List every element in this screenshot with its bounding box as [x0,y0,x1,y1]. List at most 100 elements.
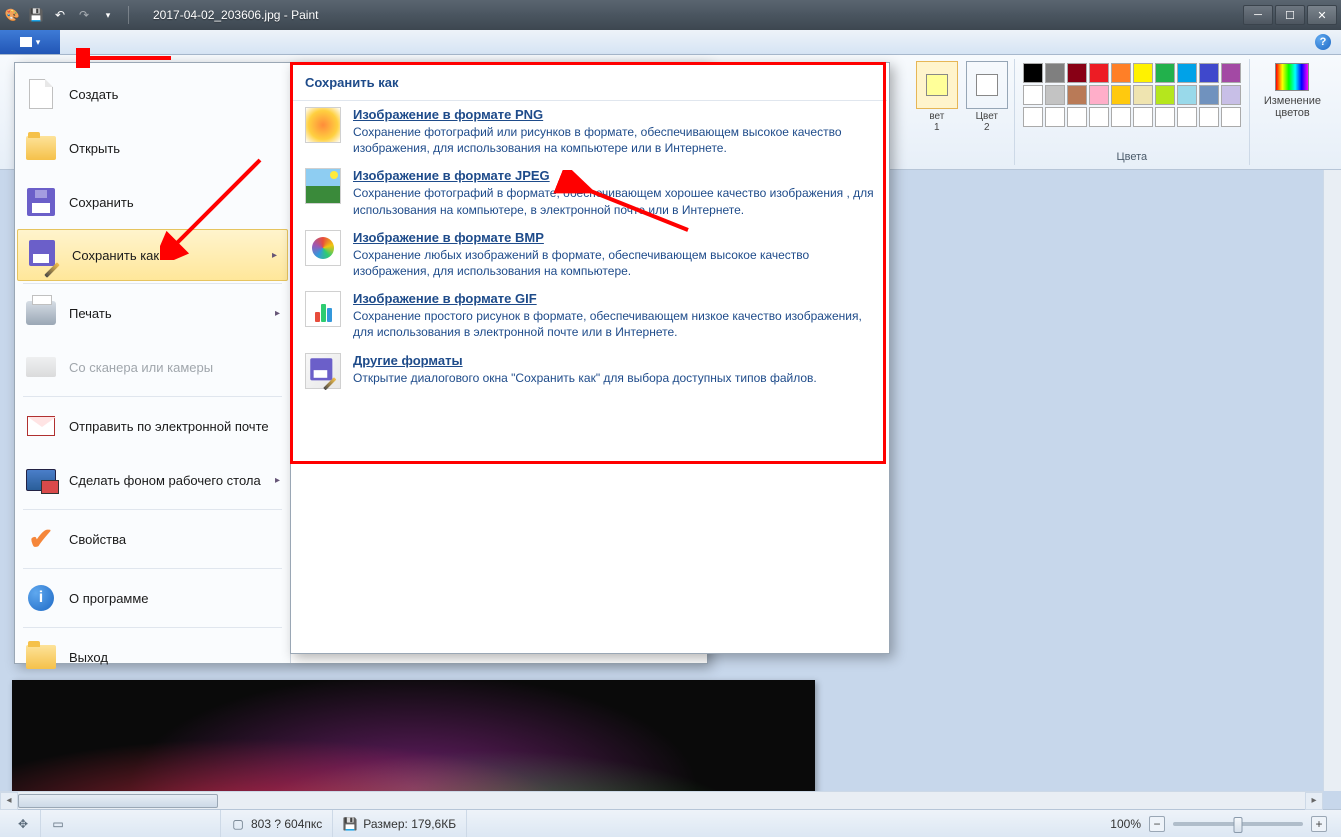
menu-separator [23,627,282,628]
window-controls: ─ ☐ ✕ [1241,5,1337,25]
save-qat-icon[interactable]: 💾 [28,7,44,23]
maximize-button[interactable]: ☐ [1275,5,1305,25]
submenu-label: Другие форматы [353,353,875,368]
menu-item-about[interactable]: i О программе [15,571,290,625]
palette-color[interactable] [1221,107,1241,127]
menu-item-desktop-bg[interactable]: Сделать фоном рабочего стола ▸ [15,453,290,507]
palette-color[interactable] [1067,63,1087,83]
other-formats-icon [305,353,341,389]
palette-color[interactable] [1155,107,1175,127]
gif-format-icon [305,291,341,327]
menu-separator [23,396,282,397]
palette-color[interactable] [1089,85,1109,105]
palette-color[interactable] [1111,63,1131,83]
palette-color[interactable] [1023,85,1043,105]
submenu-arrow-icon: ▸ [275,308,280,319]
folder-open-icon [25,132,57,164]
submenu-item-other[interactable]: Другие форматы Открытие диалогового окна… [293,347,887,395]
horizontal-scrollbar[interactable]: ◂ ▸ [0,791,1323,809]
menu-item-save[interactable]: Сохранить [15,175,290,229]
palette-color[interactable] [1155,85,1175,105]
scroll-left-button[interactable]: ◂ [0,792,18,810]
scroll-right-button[interactable]: ▸ [1305,792,1323,810]
color1-selector[interactable]: вет 1 [916,61,958,133]
canvas-image[interactable]: FLOWERINGS [12,680,815,809]
palette-color[interactable] [1067,107,1087,127]
submenu-label: Изображение в формате JPEG [353,168,875,183]
menu-item-open[interactable]: Открыть [15,121,290,175]
bmp-format-icon [305,230,341,266]
menu-item-properties[interactable]: ✔ Свойства [15,512,290,566]
submenu-item-gif[interactable]: Изображение в формате GIF Сохранение про… [293,285,887,346]
palette-color[interactable] [1023,63,1043,83]
menu-label: Сделать фоном рабочего стола [69,473,261,488]
crosshair-icon: ✥ [16,817,30,831]
menu-item-new[interactable]: Создать [15,67,290,121]
palette-color[interactable] [1133,107,1153,127]
paint-window: 🎨 💾 ↶ ↷ ▾ 2017-04-02_203606.jpg - Paint … [0,0,1341,837]
zoom-out-button[interactable]: − [1149,816,1165,832]
menu-separator [23,568,282,569]
help-icon[interactable]: ? [1315,34,1331,50]
palette-color[interactable] [1045,63,1065,83]
minimize-button[interactable]: ─ [1243,5,1273,25]
menu-item-exit[interactable]: Выход [15,630,290,684]
menu-label: Свойства [69,532,126,547]
palette-color[interactable] [1177,107,1197,127]
menu-separator [23,509,282,510]
menu-item-save-as[interactable]: Сохранить как ▸ [17,229,288,281]
menu-label: Сохранить как [72,248,159,263]
undo-qat-icon[interactable]: ↶ [52,7,68,23]
palette-color[interactable] [1111,107,1131,127]
submenu-item-jpeg[interactable]: Изображение в формате JPEG Сохранение фо… [293,162,887,223]
menu-label: Печать [69,306,112,321]
vertical-scrollbar[interactable] [1323,170,1341,791]
rainbow-icon [1275,63,1309,91]
palette-color[interactable] [1199,63,1219,83]
zoom-level-text: 100% [1110,817,1141,831]
menu-item-email[interactable]: Отправить по электронной почте [15,399,290,453]
palette-color[interactable] [1111,85,1131,105]
qat-dropdown-icon[interactable]: ▾ [100,7,116,23]
menu-item-print[interactable]: Печать ▸ [15,286,290,340]
palette-color[interactable] [1199,85,1219,105]
palette-color[interactable] [1089,107,1109,127]
window-title: 2017-04-02_203606.jpg - Paint [153,8,318,22]
palette-color[interactable] [1221,85,1241,105]
palette-color[interactable] [1155,63,1175,83]
redo-qat-icon[interactable]: ↷ [76,7,92,23]
zoom-slider-thumb[interactable] [1234,817,1243,833]
file-menu-primary-list: Создать Открыть Сохранить Сохранить как … [15,63,291,663]
palette-color[interactable] [1045,85,1065,105]
scroll-h-thumb[interactable] [18,794,218,808]
palette-color[interactable] [1133,85,1153,105]
submenu-item-bmp[interactable]: Изображение в формате BMP Сохранение люб… [293,224,887,285]
info-icon: i [25,582,57,614]
image-dimensions-segment: ▢ 803 ? 604пкс [221,810,333,837]
file-menu-button[interactable]: ▾ [0,30,60,54]
palette-color[interactable] [1199,107,1219,127]
palette-color[interactable] [1177,63,1197,83]
palette-color[interactable] [1089,63,1109,83]
menu-label: Сохранить [69,195,134,210]
zoom-slider[interactable] [1173,822,1303,826]
close-button[interactable]: ✕ [1307,5,1337,25]
chevron-down-icon: ▾ [36,37,41,48]
edit-colors-button[interactable]: Изменение цветов [1256,61,1329,121]
palette-color[interactable] [1221,63,1241,83]
color2-selector[interactable]: Цвет 2 [966,61,1008,133]
colors-group: Цвета [1015,59,1250,165]
colors-group-label: Цвета [1117,147,1148,163]
palette-color[interactable] [1045,107,1065,127]
palette-color[interactable] [1067,85,1087,105]
palette-color[interactable] [1177,85,1197,105]
printer-icon [25,297,57,329]
submenu-item-png[interactable]: Изображение в формате PNG Сохранение фот… [293,101,887,162]
save-icon [25,186,57,218]
new-file-icon [25,78,57,110]
app-icon: 🎨 [4,7,20,23]
palette-color[interactable] [1023,107,1043,127]
palette-color[interactable] [1133,63,1153,83]
file-size-text: Размер: 179,6КБ [363,817,456,831]
zoom-in-button[interactable]: + [1311,816,1327,832]
